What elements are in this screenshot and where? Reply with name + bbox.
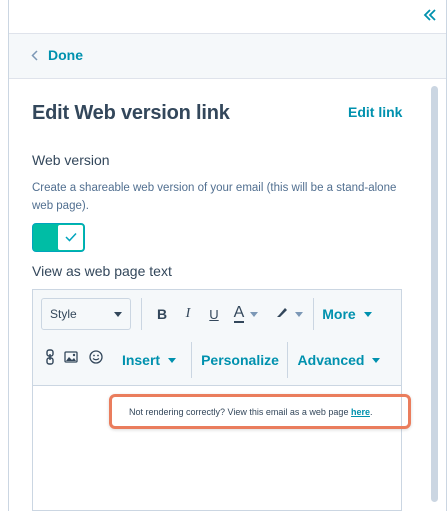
chevron-down-icon [114,312,122,317]
image-button[interactable] [63,350,79,368]
editor-content[interactable]: Not rendering correctly? View this email… [33,387,411,510]
web-version-label: Web version [32,152,110,168]
view-as-web-page-label: View as web page text [32,263,172,279]
image-icon [64,350,78,368]
more-label: More [322,306,356,322]
personalize-label: Personalize [201,352,279,368]
style-select-value: Style [50,307,77,321]
advanced-button[interactable]: Advanced [295,348,383,372]
chevron-down-icon [168,357,177,363]
toggle-knob [57,224,84,251]
font-color-button[interactable]: A [229,301,263,327]
emoji-button[interactable] [87,349,105,369]
link-icon [46,348,54,370]
link-button[interactable] [43,348,57,370]
chevron-down-icon [295,311,303,317]
bold-button[interactable]: B [151,303,173,325]
highlight-color-button[interactable] [271,301,307,327]
smiley-icon [89,349,103,369]
sidebar-panel: Done Edit Web version link Edit link Web… [8,0,447,511]
style-select[interactable]: Style [41,298,131,330]
web-version-help-text: Create a shareable web version of your e… [32,182,397,212]
chevron-left-icon [31,49,38,61]
collapse-bar [9,0,446,33]
chevron-down-icon [250,311,259,317]
scrollbar-thumb[interactable] [431,86,438,502]
toolbar-divider [191,342,192,378]
double-chevron-left-icon [423,8,437,26]
collapse-button[interactable] [418,6,442,28]
here-link[interactable]: here [351,407,370,417]
font-color-icon: A [233,304,245,323]
toolbar-divider [313,298,314,330]
web-version-footer-text: Not rendering correctly? View this email… [129,407,373,417]
chevron-down-icon [372,357,381,363]
done-button[interactable]: Done [31,47,83,63]
italic-button[interactable]: I [177,303,199,325]
underline-button[interactable]: U [203,303,225,325]
highlighter-icon [275,305,289,324]
personalize-button[interactable]: Personalize [199,348,281,372]
footer-period: . [369,407,373,417]
editor-toolbar: Style B I U A More Insert Personalize Ad… [33,290,401,386]
footer-text: Not rendering correctly? View this email… [129,407,349,417]
advanced-label: Advanced [297,352,365,368]
toolbar-divider [287,342,288,378]
edit-link-button[interactable]: Edit link [348,104,402,120]
web-version-toggle[interactable] [32,223,85,252]
rich-text-editor: Style B I U A More Insert Personalize Ad… [32,289,411,511]
insert-label: Insert [121,352,161,368]
checkmark-icon [64,229,77,247]
insert-button[interactable]: Insert [113,348,185,372]
page-title: Edit Web version link [32,102,230,124]
edit-panel: Edit Web version link Edit link Web vers… [9,79,433,511]
toolbar-divider [141,298,142,330]
done-label: Done [48,47,83,63]
done-bar: Done [9,33,446,79]
chevron-down-icon [363,311,372,317]
more-button[interactable]: More [319,301,375,327]
